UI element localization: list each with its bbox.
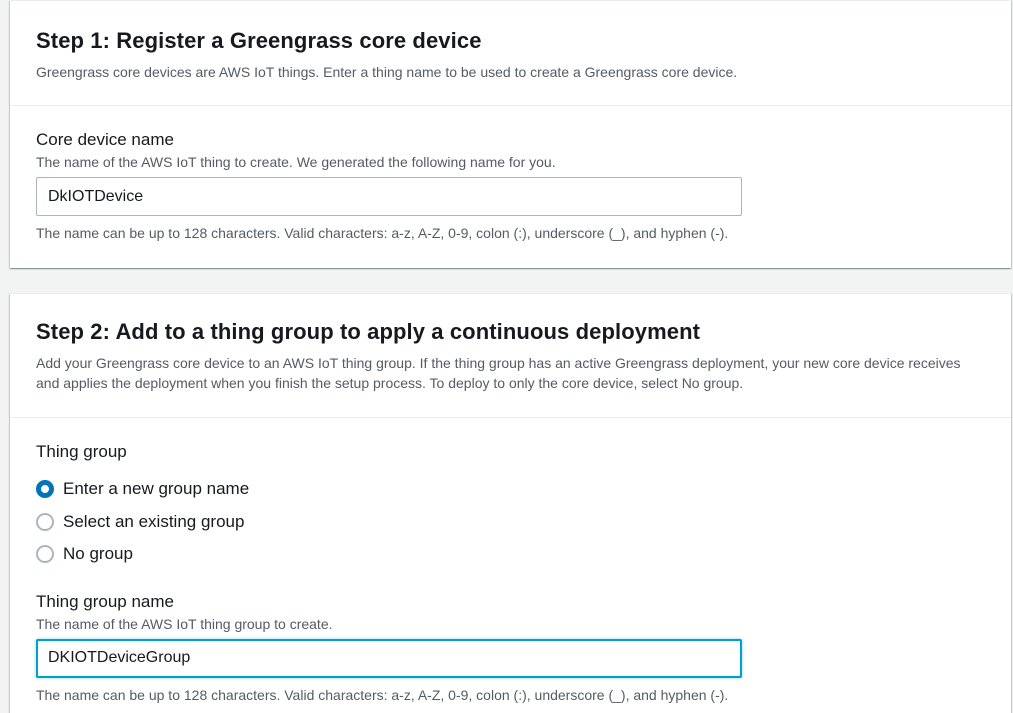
radio-option-new-group[interactable]: Enter a new group name [36, 473, 985, 506]
step2-header: Step 2: Add to a thing group to apply a … [10, 294, 1011, 418]
radio-label-no-group[interactable]: No group [63, 544, 133, 564]
core-device-name-input[interactable] [36, 177, 742, 216]
step1-description: Greengrass core devices are AWS IoT thin… [36, 64, 738, 80]
step2-body: Thing group Enter a new group name Selec… [10, 418, 1011, 705]
radio-option-existing-group[interactable]: Select an existing group [36, 506, 985, 539]
step2-title: Step 2: Add to a thing group to apply a … [36, 319, 701, 344]
step1-panel: Step 1: Register a Greengrass core devic… [10, 0, 1011, 268]
step1-header: Step 1: Register a Greengrass core devic… [10, 1, 1011, 106]
thing-group-label: Thing group [36, 442, 127, 461]
step2-description: Add your Greengrass core device to an AW… [36, 355, 961, 391]
thing-group-name-input[interactable] [36, 638, 742, 678]
core-device-name-description: The name of the AWS IoT thing to create.… [36, 154, 556, 170]
step2-panel: Step 2: Add to a thing group to apply a … [10, 293, 1011, 713]
core-device-name-label: Core device name [36, 130, 174, 149]
radio-button-unchecked[interactable] [36, 512, 54, 531]
radio-label-new-group[interactable]: Enter a new group name [63, 479, 249, 499]
core-device-name-constraint: The name can be up to 128 characters. Va… [36, 225, 729, 241]
radio-label-existing-group[interactable]: Select an existing group [63, 512, 244, 532]
thing-group-name-description: The name of the AWS IoT thing group to c… [36, 615, 333, 632]
step1-body: Core device name The name of the AWS IoT… [10, 106, 1011, 243]
radio-button-unchecked[interactable] [36, 545, 54, 564]
thing-group-name-label: Thing group name [36, 591, 174, 611]
thing-group-name-constraint: The name can be up to 128 characters. Va… [36, 686, 729, 703]
step1-title: Step 1: Register a Greengrass core devic… [36, 28, 482, 53]
radio-button-checked[interactable] [36, 480, 54, 499]
radio-option-no-group[interactable]: No group [36, 538, 985, 571]
thing-group-radio-group: Enter a new group name Select an existin… [36, 473, 985, 571]
